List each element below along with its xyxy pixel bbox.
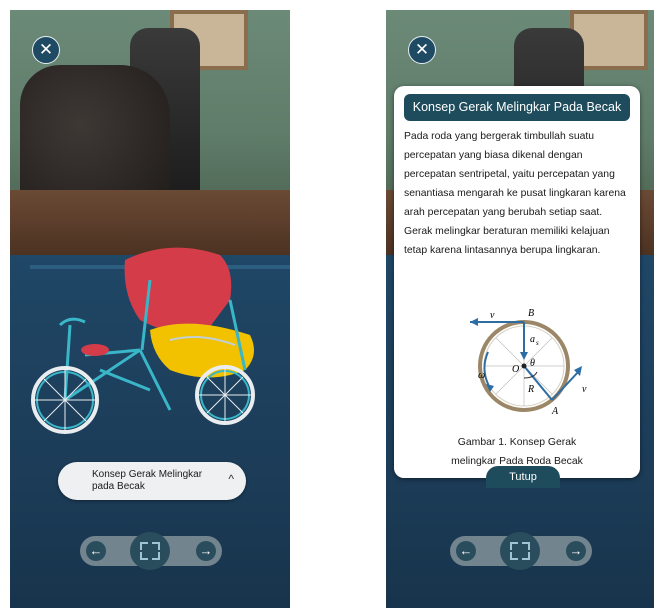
acceleration-label: a xyxy=(530,334,535,345)
center-o-label: O xyxy=(512,364,519,375)
concept-info-card: Konsep Gerak Melingkar Pada Becak Pada r… xyxy=(394,86,640,478)
chevron-up-icon: ^ xyxy=(228,472,234,486)
close-icon: ✕ xyxy=(414,40,430,59)
arrow-right-icon: → xyxy=(569,543,583,558)
next-button[interactable]: → xyxy=(196,541,216,561)
arrow-right-icon: → xyxy=(199,543,213,558)
omega-label: ω xyxy=(478,370,485,381)
becak-3d-model[interactable] xyxy=(30,240,270,440)
theta-label: θ xyxy=(530,358,535,369)
card-title: Konsep Gerak Melingkar Pada Becak xyxy=(404,94,630,121)
close-icon: ✕ xyxy=(38,40,54,59)
concept-info-label: Konsep Gerak Melingkar pada Becak xyxy=(92,469,203,492)
card-body-text: Pada roda yang bergerak timbullah suatu … xyxy=(404,131,626,256)
navigation-bar: ← → xyxy=(80,532,222,570)
radius-label: R xyxy=(527,384,534,395)
close-button[interactable]: ✕ xyxy=(32,36,60,64)
arrow-left-icon: ← xyxy=(459,543,473,558)
point-a-label: A xyxy=(551,406,559,417)
left-screen: ✕ Konsep Gerak Melingkar pada Becak ^ ← … xyxy=(10,10,290,608)
arrow-left-icon: ← xyxy=(89,543,103,558)
scan-button[interactable] xyxy=(130,532,170,570)
becak-saddle xyxy=(81,344,109,356)
concept-info-pill[interactable]: Konsep Gerak Melingkar pada Becak ^ xyxy=(58,462,246,500)
velocity-label-top: v xyxy=(490,310,495,321)
navigation-bar: ← → xyxy=(450,532,592,570)
close-card-button[interactable]: Tutup xyxy=(486,466,560,488)
next-button[interactable]: → xyxy=(566,541,586,561)
prev-button[interactable]: ← xyxy=(456,541,476,561)
circular-motion-figure: v B a s θ ω O R v A xyxy=(470,308,587,417)
point-b-label: B xyxy=(528,308,534,319)
prev-button[interactable]: ← xyxy=(86,541,106,561)
close-button[interactable]: ✕ xyxy=(408,36,436,64)
velocity-label-right: v xyxy=(582,384,587,395)
acceleration-subscript: s xyxy=(536,339,539,347)
right-screen: ✕ Konsep Gerak Melingkar Pada Becak Pada… xyxy=(386,10,654,608)
scan-button[interactable] xyxy=(500,532,540,570)
